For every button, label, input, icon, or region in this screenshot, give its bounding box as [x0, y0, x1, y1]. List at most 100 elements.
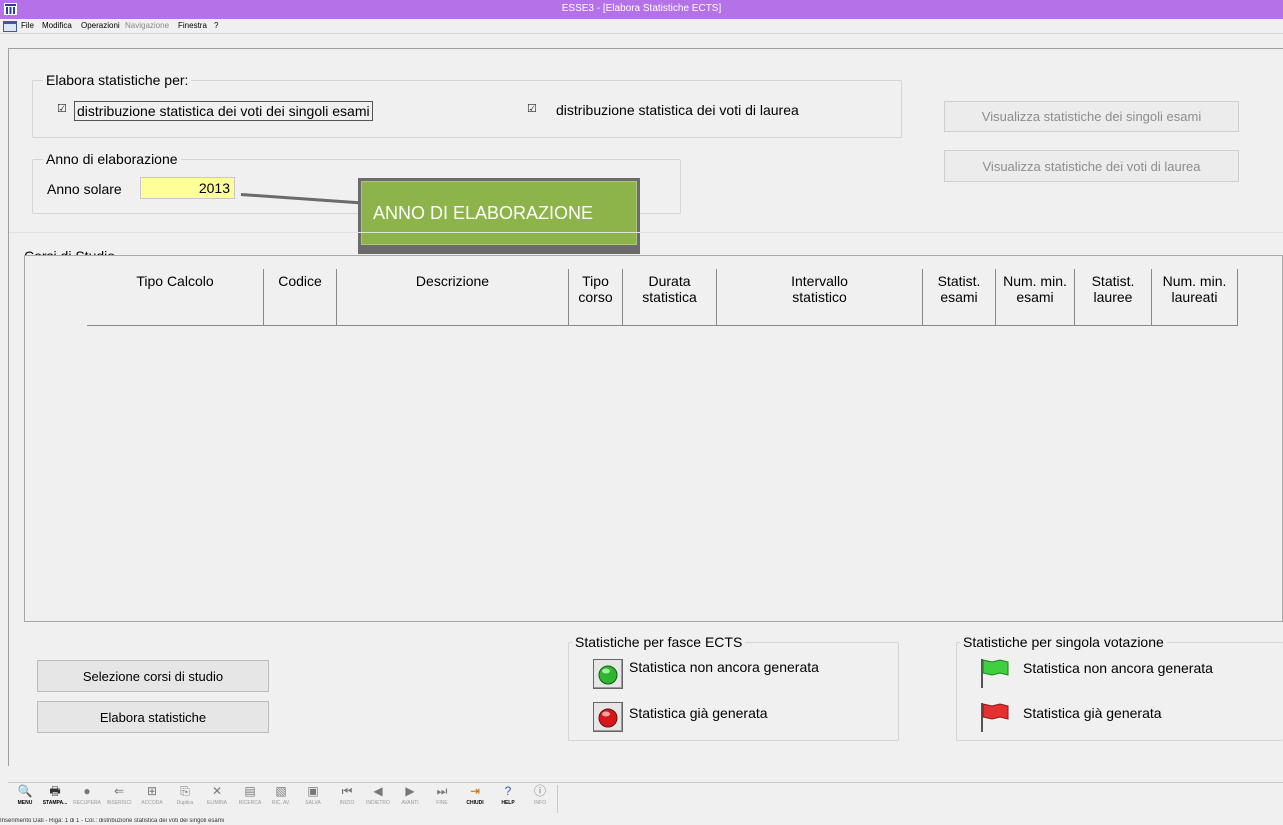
green-flag-icon — [981, 659, 1009, 688]
col-tipo-corso[interactable]: Tipo corso — [569, 269, 623, 326]
check-esami-label[interactable]: distribuzione statistica dei voti dei si… — [74, 101, 373, 121]
toolbar-duplicate-button[interactable]: ⎘ Duplica — [172, 783, 198, 815]
toolbar-last-button[interactable]: ⏭ FINE — [429, 783, 455, 815]
col-header-line: Intervallo — [791, 273, 848, 289]
toolbar-info-button[interactable]: ⓘ INFO — [527, 783, 553, 815]
insert-icon: ⇐ — [113, 784, 125, 798]
col-statist-esami[interactable]: Statist. esami — [923, 269, 996, 326]
search-icon: ▤ — [244, 784, 256, 798]
col-intervallo[interactable]: Intervallo statistico — [717, 269, 923, 326]
toolbar-label: RECUPERA — [73, 800, 101, 806]
toolbar-label: ELIMINA — [206, 800, 227, 806]
col-header-line: Statist. — [1091, 273, 1135, 289]
col-header-line: corso — [578, 289, 613, 305]
col-statist-lauree[interactable]: Statist. lauree — [1075, 269, 1152, 326]
anno-label: Anno solare — [47, 181, 122, 197]
menu-help[interactable]: ? — [214, 21, 218, 30]
menu-finestra[interactable]: Finestra — [178, 21, 207, 30]
toolbar-print-button[interactable]: 🖶 STAMPA... — [42, 783, 68, 815]
col-durata[interactable]: Durata statistica — [623, 269, 717, 326]
toolbar-delete-button[interactable]: ✕ ELIMINA — [204, 783, 230, 815]
toolbar-save-button[interactable]: ▣ SALVA — [300, 783, 326, 815]
section-divider — [9, 232, 1283, 233]
save-icon: ▣ — [307, 784, 319, 798]
toolbar-first-button[interactable]: ⏮ INIZIO — [334, 783, 360, 815]
corsi-grid[interactable]: Tipo Calcolo Codice Descrizione Tipo cor… — [24, 255, 1283, 622]
window-title: ESSE3 - [Elabora Statistiche ECTS] — [561, 3, 722, 14]
legend-voto-not-generated: Statistica non ancora generata — [1023, 660, 1213, 676]
toolbar-label: HELP — [501, 800, 515, 806]
status-red-button — [593, 702, 623, 732]
toolbar-label: RIC. AV. — [271, 800, 291, 806]
green-light-icon — [598, 665, 618, 685]
col-header-line: esami — [940, 289, 978, 305]
toolbar-label: RICERCA — [238, 800, 262, 806]
toolbar-label: INFO — [534, 800, 546, 806]
info-icon: ⓘ — [533, 784, 546, 798]
toolbar-close-button[interactable]: ⇥ CHIUDI — [462, 783, 488, 815]
title-bar: ESSE3 - [Elabora Statistiche ECTS] — [0, 0, 1283, 19]
legend-ects-title: Statistiche per fasce ECTS — [572, 634, 746, 650]
close-icon: ⇥ — [469, 784, 481, 798]
col-header-line: Tipo — [582, 273, 609, 289]
col-tipo-calcolo[interactable]: Tipo Calcolo — [87, 269, 264, 326]
col-codice[interactable]: Codice — [264, 269, 337, 326]
anno-group-title: Anno di elaborazione — [43, 151, 181, 167]
status-green-button — [593, 659, 623, 689]
toolbar-retrieve-button[interactable]: ● RECUPERA — [73, 783, 101, 815]
red-light-icon — [598, 708, 618, 728]
elabora-statistiche-button[interactable]: Elabora statistiche — [37, 701, 269, 733]
anno-solare-input[interactable]: 2013 — [140, 177, 235, 199]
callout-text: ANNO DI ELABORAZIONE — [373, 202, 594, 223]
red-flag-icon — [981, 703, 1009, 732]
toolbar-append-button[interactable]: ⊞ ACCODA — [139, 783, 165, 815]
col-num-min-esami[interactable]: Num. min. esami — [996, 269, 1075, 326]
menu-icon: 🔍 — [17, 784, 33, 798]
toolbar-label: MENU — [17, 800, 33, 806]
print-icon: 🖶 — [49, 784, 61, 798]
col-header-line: statistico — [792, 289, 847, 305]
legend-voto-title: Statistiche per singola votazione — [960, 634, 1167, 650]
check-esami-checkbox[interactable]: ☑ — [57, 104, 68, 115]
bottom-toolbar: 🔍 MENU 🖶 STAMPA... ● RECUPERA ⇐ INSERISCI ⊞ ACCOD… — [8, 782, 1283, 816]
check-lauree-label[interactable]: distribuzione statistica dei voti di lau… — [556, 102, 799, 118]
col-descrizione[interactable]: Descrizione — [337, 269, 569, 326]
toolbar-menu-button[interactable]: 🔍 MENU — [12, 783, 38, 815]
col-header-line: laureati — [1171, 289, 1218, 305]
col-header-line: Durata — [648, 273, 691, 289]
toolbar-label: AVANTI — [401, 800, 419, 806]
advanced-search-icon: ▧ — [275, 784, 287, 798]
toolbar-next-button[interactable]: ▶ AVANTI — [397, 783, 423, 815]
col-header-line: Tipo Calcolo — [136, 273, 214, 289]
menu-operazioni[interactable]: Operazioni — [81, 21, 120, 30]
check-lauree-checkbox[interactable]: ☑ — [527, 104, 538, 115]
col-num-min-laureati[interactable]: Num. min. laureati — [1152, 269, 1238, 326]
toolbar-help-button[interactable]: ? HELP — [495, 783, 521, 815]
elabora-group-title: Elabora statistiche per: — [43, 72, 192, 88]
selezione-corsi-button[interactable]: Selezione corsi di studio — [37, 660, 269, 692]
next-icon: ▶ — [405, 784, 415, 798]
col-header-line: lauree — [1093, 289, 1133, 305]
toolbar-label: FINE — [436, 800, 448, 806]
callout-box: ANNO DI ELABORAZIONE — [361, 181, 637, 245]
menu-modifica[interactable]: Modifica — [42, 21, 72, 30]
retrieve-icon: ● — [83, 784, 91, 798]
last-icon: ⏭ — [436, 784, 448, 798]
prev-icon: ◀ — [373, 784, 383, 798]
toolbar-label: Duplica — [176, 800, 194, 806]
toolbar-prev-button[interactable]: ◀ INDIETRO — [365, 783, 391, 815]
legend-ects-generated: Statistica già generata — [629, 705, 768, 721]
toolbar-label: INIZIO — [339, 800, 355, 806]
menu-file[interactable]: File — [21, 21, 34, 30]
toolbar-insert-button[interactable]: ⇐ INSERISCI — [106, 783, 132, 815]
toolbar-advanced-search-button[interactable]: ▧ RIC. AV. — [268, 783, 294, 815]
toolbar-label: INDIETRO — [366, 800, 390, 806]
view-esami-button[interactable]: Visualizza statistiche dei singoli esami — [944, 101, 1239, 132]
menu-navigazione[interactable]: Navigazione — [125, 21, 169, 30]
document-icon[interactable] — [3, 21, 17, 32]
toolbar-label: INSERISCI — [106, 800, 132, 806]
col-header-line: Codice — [278, 273, 322, 289]
toolbar-search-button[interactable]: ▤ RICERCA — [237, 783, 263, 815]
view-lauree-button[interactable]: Visualizza statistiche dei voti di laure… — [944, 150, 1239, 182]
duplicate-icon: ⎘ — [180, 784, 190, 798]
